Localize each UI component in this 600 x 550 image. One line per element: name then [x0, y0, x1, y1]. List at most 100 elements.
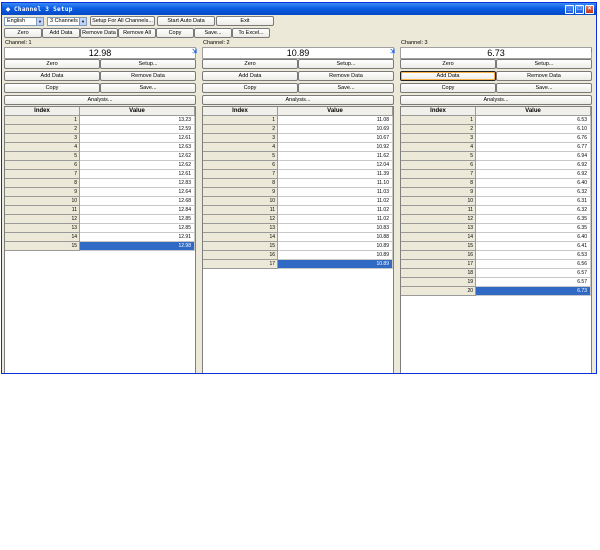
row-value-cell[interactable]: 6.10	[476, 125, 591, 134]
table-row[interactable]: 1 11.08	[203, 116, 393, 125]
row-index-cell[interactable]: 11	[5, 206, 80, 215]
table-row[interactable]: 3 10.67	[203, 134, 393, 143]
save-all-button[interactable]: Save...	[194, 28, 232, 38]
row-value-cell[interactable]: 6.92	[476, 170, 591, 179]
row-index-cell[interactable]: 11	[203, 206, 278, 215]
row-value-cell[interactable]: 12.62	[80, 152, 195, 161]
table-row[interactable]: 8 12.83	[5, 179, 195, 188]
row-index-cell[interactable]: 8	[5, 179, 80, 188]
table-row[interactable]: 13 10.83	[203, 224, 393, 233]
row-value-cell[interactable]: 6.76	[476, 134, 591, 143]
row-index-cell[interactable]: 10	[401, 197, 476, 206]
table-row[interactable]: 5 6.94	[401, 152, 591, 161]
row-value-cell[interactable]: 12.85	[80, 224, 195, 233]
row-index-cell[interactable]: 12	[5, 215, 80, 224]
row-value-cell[interactable]: 11.02	[278, 215, 393, 224]
row-index-cell[interactable]: 2	[203, 125, 278, 134]
row-value-cell[interactable]: 6.77	[476, 143, 591, 152]
row-value-cell[interactable]: 12.84	[80, 206, 195, 215]
row-value-cell[interactable]: 12.68	[80, 197, 195, 206]
row-value-cell[interactable]: 10.88	[278, 233, 393, 242]
table-row[interactable]: 1 6.53	[401, 116, 591, 125]
row-index-cell[interactable]: 7	[401, 170, 476, 179]
row-index-cell[interactable]: 7	[203, 170, 278, 179]
row-value-cell[interactable]: 6.41	[476, 242, 591, 251]
row-index-cell[interactable]: 15	[5, 242, 80, 251]
table-row[interactable]: 1 13.23	[5, 116, 195, 125]
row-value-cell[interactable]: 6.35	[476, 215, 591, 224]
row-index-cell[interactable]: 10	[5, 197, 80, 206]
row-value-cell[interactable]: 6.53	[476, 251, 591, 260]
row-index-cell[interactable]: 12	[401, 215, 476, 224]
row-value-cell[interactable]: 6.32	[476, 188, 591, 197]
table-row[interactable]: 2 12.59	[5, 125, 195, 134]
table-row[interactable]: 17 10.89	[203, 260, 393, 269]
index-column-header[interactable]: Index	[203, 107, 278, 116]
row-index-cell[interactable]: 1	[5, 116, 80, 125]
zero-all-button[interactable]: Zero	[4, 28, 42, 38]
row-value-cell[interactable]: 6.31	[476, 197, 591, 206]
table-row[interactable]: 6 12.04	[203, 161, 393, 170]
zero-button[interactable]: Zero	[202, 59, 298, 69]
table-row[interactable]: 10 6.31	[401, 197, 591, 206]
row-value-cell[interactable]: 12.04	[278, 161, 393, 170]
save-button[interactable]: Save...	[100, 83, 196, 93]
row-index-cell[interactable]: 13	[203, 224, 278, 233]
zero-button[interactable]: Zero	[4, 59, 100, 69]
row-index-cell[interactable]: 19	[401, 278, 476, 287]
row-index-cell[interactable]: 12	[203, 215, 278, 224]
row-index-cell[interactable]: 6	[5, 161, 80, 170]
save-button[interactable]: Save...	[496, 83, 592, 93]
row-index-cell[interactable]: 14	[401, 233, 476, 242]
table-row[interactable]: 4 10.92	[203, 143, 393, 152]
table-row[interactable]: 19 6.57	[401, 278, 591, 287]
table-row[interactable]: 4 6.77	[401, 143, 591, 152]
row-value-cell[interactable]: 6.73	[476, 287, 591, 296]
row-index-cell[interactable]: 11	[401, 206, 476, 215]
row-index-cell[interactable]: 18	[401, 269, 476, 278]
table-row[interactable]: 16 10.89	[203, 251, 393, 260]
setup-button[interactable]: Setup...	[298, 59, 394, 69]
table-row[interactable]: 12 6.35	[401, 215, 591, 224]
row-index-cell[interactable]: 9	[5, 188, 80, 197]
row-index-cell[interactable]: 2	[401, 125, 476, 134]
row-value-cell[interactable]: 12.64	[80, 188, 195, 197]
index-column-header[interactable]: Index	[401, 107, 476, 116]
setup-all-channels-button[interactable]: Setup For All Channels...	[90, 16, 155, 26]
value-column-header[interactable]: Value	[476, 107, 591, 116]
row-index-cell[interactable]: 16	[401, 251, 476, 260]
table-row[interactable]: 3 12.61	[5, 134, 195, 143]
table-row[interactable]: 9 6.32	[401, 188, 591, 197]
remove-data-button[interactable]: Remove Data	[298, 71, 394, 81]
table-row[interactable]: 20 6.73	[401, 287, 591, 296]
row-value-cell[interactable]: 12.59	[80, 125, 195, 134]
table-row[interactable]: 11 12.84	[5, 206, 195, 215]
live-data-icon[interactable]: ⇲	[192, 48, 197, 55]
row-value-cell[interactable]: 12.61	[80, 134, 195, 143]
table-row[interactable]: 2 10.69	[203, 125, 393, 134]
maximize-icon[interactable]: □	[575, 4, 584, 14]
to-excel-button[interactable]: To Excel...	[232, 28, 270, 38]
language-select[interactable]: English ▼	[4, 16, 44, 26]
row-index-cell[interactable]: 8	[203, 179, 278, 188]
row-index-cell[interactable]: 17	[401, 260, 476, 269]
row-value-cell[interactable]: 6.40	[476, 233, 591, 242]
remove-data-all-button[interactable]: Remove Data	[80, 28, 118, 38]
row-value-cell[interactable]: 10.89	[278, 260, 393, 269]
analysis-button[interactable]: Analysis...	[4, 95, 196, 105]
table-row[interactable]: 14 6.40	[401, 233, 591, 242]
row-index-cell[interactable]: 1	[401, 116, 476, 125]
table-row[interactable]: 16 6.53	[401, 251, 591, 260]
row-value-cell[interactable]: 6.35	[476, 224, 591, 233]
chevron-down-icon[interactable]: ▼	[79, 17, 86, 25]
add-data-all-button[interactable]: Add Data	[42, 28, 80, 38]
table-row[interactable]: 17 6.56	[401, 260, 591, 269]
table-row[interactable]: 10 12.68	[5, 197, 195, 206]
row-value-cell[interactable]: 11.03	[278, 188, 393, 197]
table-row[interactable]: 7 6.92	[401, 170, 591, 179]
copy-button[interactable]: Copy	[202, 83, 298, 93]
row-index-cell[interactable]: 15	[401, 242, 476, 251]
data-table[interactable]: Index Value 1 13.23 2 12.59 3 12.61 4 12.63 5 12.…	[4, 106, 196, 373]
row-value-cell[interactable]: 10.83	[278, 224, 393, 233]
exit-button[interactable]: Exit	[216, 16, 274, 26]
